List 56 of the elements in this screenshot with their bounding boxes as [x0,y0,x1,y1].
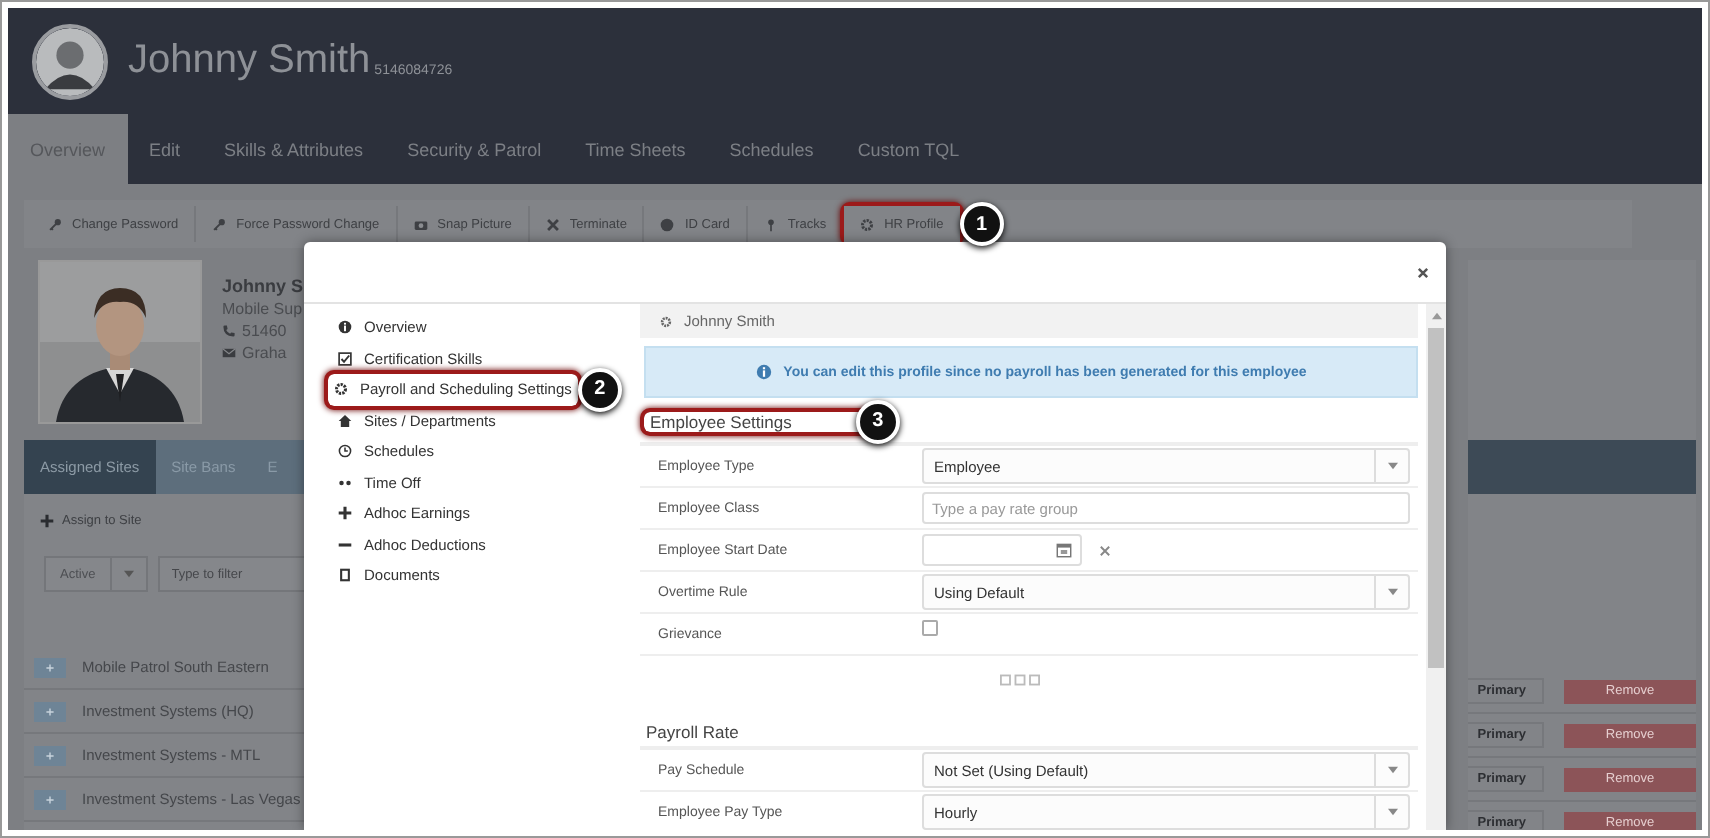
checkbox-icon [338,351,352,366]
camera-icon [413,217,428,231]
plus-icon [44,705,56,717]
key-icon [48,217,62,231]
expand-button[interactable] [34,657,66,677]
info-icon [338,320,352,335]
date-field[interactable] [922,534,1082,566]
close-icon [545,217,560,231]
caret-icon [1387,766,1397,774]
nav-tab[interactable]: Custom TQL [835,114,982,184]
book-icon [338,568,352,583]
dots-icon [338,475,352,490]
expand-button[interactable] [34,789,66,809]
section-title: Employee Settings [648,411,794,431]
caret-icon [1387,588,1397,596]
settings-icon [660,315,672,327]
nav-tab[interactable]: Schedules [707,114,836,184]
plus-icon [44,793,56,805]
mail-icon [222,346,236,360]
plus-icon [44,661,56,673]
clock-icon [338,444,352,459]
caret-icon [1387,462,1397,470]
home-icon [338,413,352,428]
clear-button[interactable] [1098,543,1112,557]
nav-tab[interactable]: Skills & Attributes [202,114,386,184]
caret-icon [123,570,134,578]
loading-icon [999,673,1039,685]
callout-badge: 1 [959,202,1004,246]
callout-badge: 2 [577,367,622,412]
profile-name: Johnny Smith [128,38,371,84]
section-title: Payroll Rate [644,722,741,746]
nav-tab[interactable]: Time Sheets [563,114,708,184]
minus-icon [338,537,352,552]
expand-button[interactable] [34,745,66,765]
arrow-up-icon [1431,312,1441,320]
settings-icon [860,217,875,231]
avatar [32,23,108,99]
nav-tab[interactable]: Security & Patrol [385,114,564,184]
plus-icon [338,506,352,521]
close-icon [1416,265,1430,279]
pin-icon [763,217,778,231]
expand-button[interactable] [34,701,66,721]
scrollbar[interactable] [1426,304,1446,830]
close-icon [1098,543,1112,557]
checkbox[interactable] [922,620,938,636]
nav-tab[interactable]: Edit [127,114,203,184]
calendar-icon [1056,542,1072,558]
settings-icon [334,382,348,397]
callout-badge: 3 [855,399,900,443]
phone-icon [222,324,236,338]
caret-icon [1387,808,1397,816]
plus-icon [40,514,54,528]
plus-icon [44,749,56,761]
info-icon [755,364,772,380]
key-icon [212,217,227,231]
employee-name: Johnny S [222,276,304,296]
